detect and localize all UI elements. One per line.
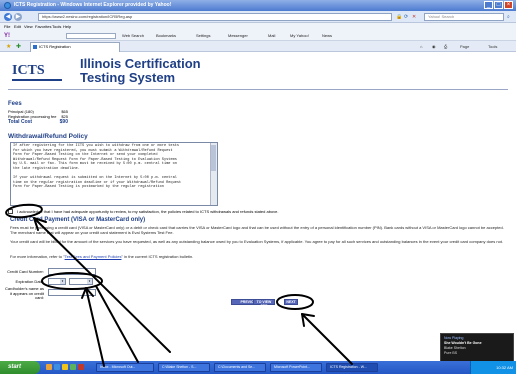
cardholder-name-input[interactable] <box>48 289 96 296</box>
next-button[interactable]: NEXT <box>284 299 298 305</box>
my-yahoo-button[interactable]: My Yahoo! <box>290 33 309 39</box>
yahoo-logo-icon[interactable]: Y! <box>4 33 10 39</box>
quicklaunch-outlook-icon[interactable] <box>62 364 68 370</box>
chevron-down-icon: ▾ <box>87 279 92 284</box>
favorites-star-icon[interactable]: ★ <box>6 43 11 50</box>
quicklaunch-folder-icon[interactable] <box>46 364 52 370</box>
cc-paragraph-3-prefix: For more information, refer to " <box>10 254 65 259</box>
quicklaunch-app-icon[interactable] <box>78 364 84 370</box>
window-title: ICTS Registration - Windows Internet Exp… <box>14 2 172 8</box>
taskbar-item[interactable]: C:\Blake Shelton - S... <box>158 363 210 372</box>
settings-button[interactable]: Settings <box>196 33 210 39</box>
taskbar-item-active[interactable]: ICTS Registration - W... <box>326 363 378 372</box>
tab-icts-registration[interactable]: ICTS Registration <box>30 42 120 52</box>
feeds-icon[interactable]: ◉ <box>432 43 436 50</box>
tools-menu[interactable]: Tools <box>488 43 497 50</box>
clock: 10:32 AM <box>496 365 513 370</box>
cc-paragraph-3-suffix: " in the current ICTS registration bulle… <box>121 254 194 259</box>
taskbar-item[interactable]: Inbox - Microsoft Out... <box>96 363 154 372</box>
logo-underline <box>12 79 62 81</box>
bookmarks-button[interactable]: Bookmarks <box>156 33 176 39</box>
exp-month-select[interactable]: ▾ <box>48 278 66 285</box>
mail-button[interactable]: Mail <box>268 33 275 39</box>
acknowledge-checkbox[interactable] <box>8 209 13 214</box>
quicklaunch-media-icon[interactable] <box>70 364 76 370</box>
exp-year-select[interactable]: ▾ <box>69 278 93 285</box>
news-button[interactable]: News <box>322 33 332 39</box>
stop-icon[interactable]: ✕ <box>412 14 416 20</box>
back-icon[interactable]: ◀ <box>4 13 12 21</box>
cardholder-name-label: Cardholder's name as it appears on credi… <box>4 286 44 300</box>
search-icon[interactable]: ⌕ <box>507 14 510 20</box>
menu-bar: File Edit View Favorites Tools Help <box>0 23 516 31</box>
address-bar: ◀ ▶ https://www2.nesinc.com/registration… <box>0 11 516 23</box>
start-button[interactable]: start <box>0 361 40 374</box>
taskbar: start Inbox - Microsoft Out... C:\Blake … <box>0 361 516 374</box>
taskbar-item[interactable]: C:\Documents and Se... <box>214 363 266 372</box>
close-button[interactable]: × <box>504 1 513 9</box>
menu-help[interactable]: Help <box>63 24 71 29</box>
menu-edit[interactable]: Edit <box>14 24 21 29</box>
menu-file[interactable]: File <box>4 24 10 29</box>
tab-bar: ★ ✚ ICTS Registration ⌂ ◉ ⎙ Page Tools <box>0 41 516 52</box>
tab-label: ICTS Registration <box>39 44 71 49</box>
total-amount: $90 <box>59 119 68 125</box>
print-icon[interactable]: ⎙ <box>444 43 447 50</box>
cc-paragraph-2: Your credit card will be billed for the … <box>10 239 504 244</box>
expiration-label: Expiration Date: <box>15 279 44 284</box>
lock-icon: 🔒 <box>396 14 403 20</box>
window-titlebar[interactable]: ICTS Registration - Windows Internet Exp… <box>0 0 516 11</box>
refresh-icon[interactable]: ⟳ <box>404 14 408 20</box>
card-number-input[interactable] <box>48 268 96 275</box>
header-divider <box>8 89 508 90</box>
web-search-button[interactable]: Web Search <box>122 33 144 39</box>
policy-textarea[interactable]: If after registering for the ICTS you wi… <box>10 142 218 206</box>
fee-total-row: Total Cost $90 <box>8 119 68 125</box>
taskbar-item[interactable]: Microsoft PowerPoint... <box>270 363 322 372</box>
toolbar-search-input[interactable] <box>66 33 116 39</box>
now-playing-notification[interactable]: Now Playing She Wouldn't Be Gone Blake S… <box>440 333 514 363</box>
policy-heading: Withdrawal/Refund Policy <box>8 133 88 140</box>
view-fee-button[interactable]: TO VIEW FEE <box>253 299 275 308</box>
cc-paragraph-3: For more information, refer to "Test Fee… <box>10 254 510 259</box>
forward-icon[interactable]: ▶ <box>14 13 22 21</box>
acknowledge-row: I acknowledge that I have had adequate o… <box>8 208 508 215</box>
page-favicon-icon <box>33 45 37 49</box>
messenger-button[interactable]: Messenger <box>228 33 248 39</box>
icts-logo: ICTS <box>12 63 45 78</box>
add-favorite-icon[interactable]: ✚ <box>16 43 21 50</box>
cc-paragraph-1: Fees must be paid using a credit card (V… <box>10 225 504 235</box>
policy-line: Form for Paper-Based Testing is postmark… <box>13 185 164 190</box>
total-label: Total Cost <box>8 119 33 125</box>
notif-album: Pure BS <box>444 351 458 355</box>
site-title-line1: Illinois Certification <box>80 56 201 71</box>
minimize-button[interactable]: _ <box>484 1 493 9</box>
system-tray[interactable]: 10:32 AM <box>470 361 516 374</box>
credit-card-heading: Credit Card Payment (VISA or MasterCard … <box>10 217 146 223</box>
card-number-label: Credit Card Number: <box>7 269 44 274</box>
policy-scroll-thumb[interactable] <box>211 145 216 171</box>
menu-favorites[interactable]: Favorites <box>35 24 51 29</box>
menu-view[interactable]: View <box>24 24 33 29</box>
fees-policies-link[interactable]: Test Fees and Payment Policies <box>65 254 122 259</box>
home-icon[interactable]: ⌂ <box>420 43 422 50</box>
quicklaunch-ie-icon[interactable] <box>54 364 60 370</box>
chevron-down-icon: ▾ <box>60 279 65 284</box>
fees-heading: Fees <box>8 101 22 107</box>
page-content: ICTS Illinois Certification Testing Syst… <box>0 53 516 357</box>
site-title: Illinois Certification Testing System <box>80 57 201 85</box>
maximize-button[interactable]: □ <box>494 1 503 9</box>
url-input[interactable]: https://www2.nesinc.com/registration/ICR… <box>38 13 392 21</box>
acknowledge-text: I acknowledge that I have had adequate o… <box>17 209 279 214</box>
page-menu[interactable]: Page <box>460 43 469 50</box>
yahoo-toolbar: Y! Web Search Bookmarks Settings Messeng… <box>0 31 516 41</box>
menu-tools[interactable]: Tools <box>52 24 61 29</box>
site-title-line2: Testing System <box>80 70 176 85</box>
search-input[interactable]: Yahoo! Search <box>424 13 504 21</box>
ie-icon <box>4 2 11 9</box>
